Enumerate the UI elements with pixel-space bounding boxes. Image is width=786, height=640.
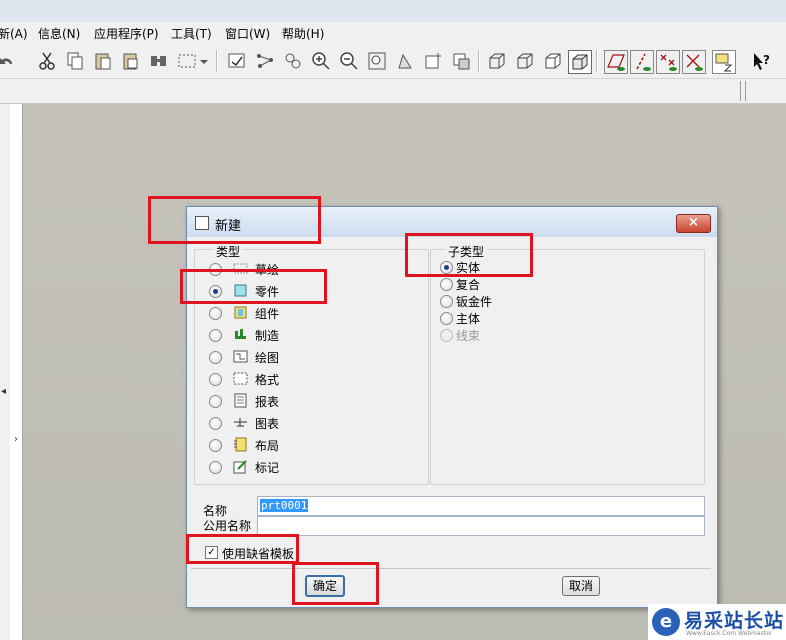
annotation-box-ok [292,562,379,605]
expand-right-icon[interactable]: › [14,434,18,445]
type-label-markup: 标记 [255,461,280,475]
type-radio-markup[interactable] [209,461,222,474]
subtype-label-composite: 复合 [456,278,481,292]
annotation-box-part [180,269,327,304]
menu-info[interactable]: 信息(N) [38,25,80,42]
hidden-line-icon[interactable] [514,50,536,72]
type-radio-drawing[interactable] [209,351,222,364]
type-radio-report[interactable] [209,395,222,408]
type-radio-manufacturing[interactable] [209,329,222,342]
no-hidden-icon[interactable] [542,50,564,72]
csys-display-icon[interactable] [682,50,706,74]
type-label-assembly: 组件 [255,307,280,321]
select-box-icon[interactable] [176,50,210,72]
main-toolbar: ? [0,44,786,79]
watermark: e 易采站长站 Www.Easck.Com Webmaster [648,604,786,640]
subtype-radio-bulk[interactable] [440,312,453,325]
menu-applications[interactable]: 应用程序(P) [94,25,159,42]
type-label-layout: 布局 [255,439,280,453]
menu-file[interactable]: 新(A) [0,25,28,42]
subtype-label-harness: 线束 [456,329,481,343]
context-help-icon[interactable]: ? [750,50,772,72]
menu-help[interactable]: 帮助(H) [282,25,324,42]
format-icon [233,371,248,386]
annotation-display-icon[interactable] [712,50,736,74]
type-radio-format[interactable] [209,373,222,386]
watermark-text: 易采站长站 [684,610,785,632]
name-input[interactable]: prt0001 [257,496,705,516]
paste-special-icon[interactable] [120,50,142,72]
type-legend: 类型 [213,243,244,260]
subtype-label-bulk: 主体 [456,312,481,326]
common-name-input[interactable] [257,516,705,536]
cut-icon[interactable] [36,50,58,72]
markup-icon [233,459,248,474]
menu-window[interactable]: 窗口(W) [225,25,270,42]
cancel-button[interactable]: 取消 [562,576,600,596]
secondary-toolbar [0,79,786,104]
type-radio-layout[interactable] [209,439,222,452]
regenerate-icon[interactable] [226,50,248,72]
orient-icon[interactable] [394,50,416,72]
layout-icon [233,437,248,452]
layers-icon[interactable] [450,50,472,72]
annotation-box-title [148,196,321,244]
common-name-label: 公用名称 [203,519,252,533]
name-input-value: prt0001 [260,499,309,512]
shade-wire-icon[interactable] [486,50,508,72]
connect-icon[interactable] [282,50,304,72]
annotation-box-template [186,534,299,564]
shaded-icon[interactable] [568,50,592,74]
menu-bar: 新(A) 信息(N) 应用程序(P) 工具(T) 窗口(W) 帮助(H) [0,22,786,44]
subtype-radio-sheetmetal[interactable] [440,295,453,308]
undo-icon[interactable] [0,50,18,72]
subtype-radio-harness [440,329,453,342]
navigator-edge: › [10,104,23,640]
paste-icon[interactable] [92,50,114,72]
type-label-format: 格式 [255,373,280,387]
view-manager-icon[interactable] [422,50,444,72]
plane-display-icon[interactable] [604,50,628,74]
subtype-label-sheetmetal: 钣金件 [456,295,493,309]
type-label-manufacturing: 制造 [255,329,280,343]
subtype-radio-composite[interactable] [440,278,453,291]
zoom-in-icon[interactable] [310,50,332,72]
zoom-out-icon[interactable] [338,50,360,72]
menu-tools[interactable]: 工具(T) [171,25,212,42]
toolbar-splitter[interactable] [740,81,746,101]
refit-icon[interactable] [366,50,388,72]
axis-display-icon[interactable] [630,50,654,74]
collapse-left-icon[interactable]: ◂ [1,386,6,397]
type-radio-assembly[interactable] [209,307,222,320]
assembly-icon [233,305,248,320]
manufacturing-icon [233,327,248,342]
diagram-icon [233,415,248,430]
watermark-subtext: Www.Easck.Com Webmaster [686,630,773,637]
close-button[interactable]: × [676,214,711,233]
datum-icon[interactable] [254,50,276,72]
type-label-drawing: 绘图 [255,351,280,365]
annotation-box-subtype [405,233,533,277]
watermark-logo-icon: e [652,608,680,636]
type-label-report: 报表 [255,395,280,409]
drawing-icon [233,349,248,364]
svg-text:?: ? [763,53,770,67]
window-title-strip [0,0,786,22]
point-display-icon[interactable] [656,50,680,74]
report-icon [233,393,248,408]
find-icon[interactable] [148,50,170,72]
copy-icon[interactable] [64,50,86,72]
type-radio-diagram[interactable] [209,417,222,430]
type-label-diagram: 图表 [255,417,280,431]
